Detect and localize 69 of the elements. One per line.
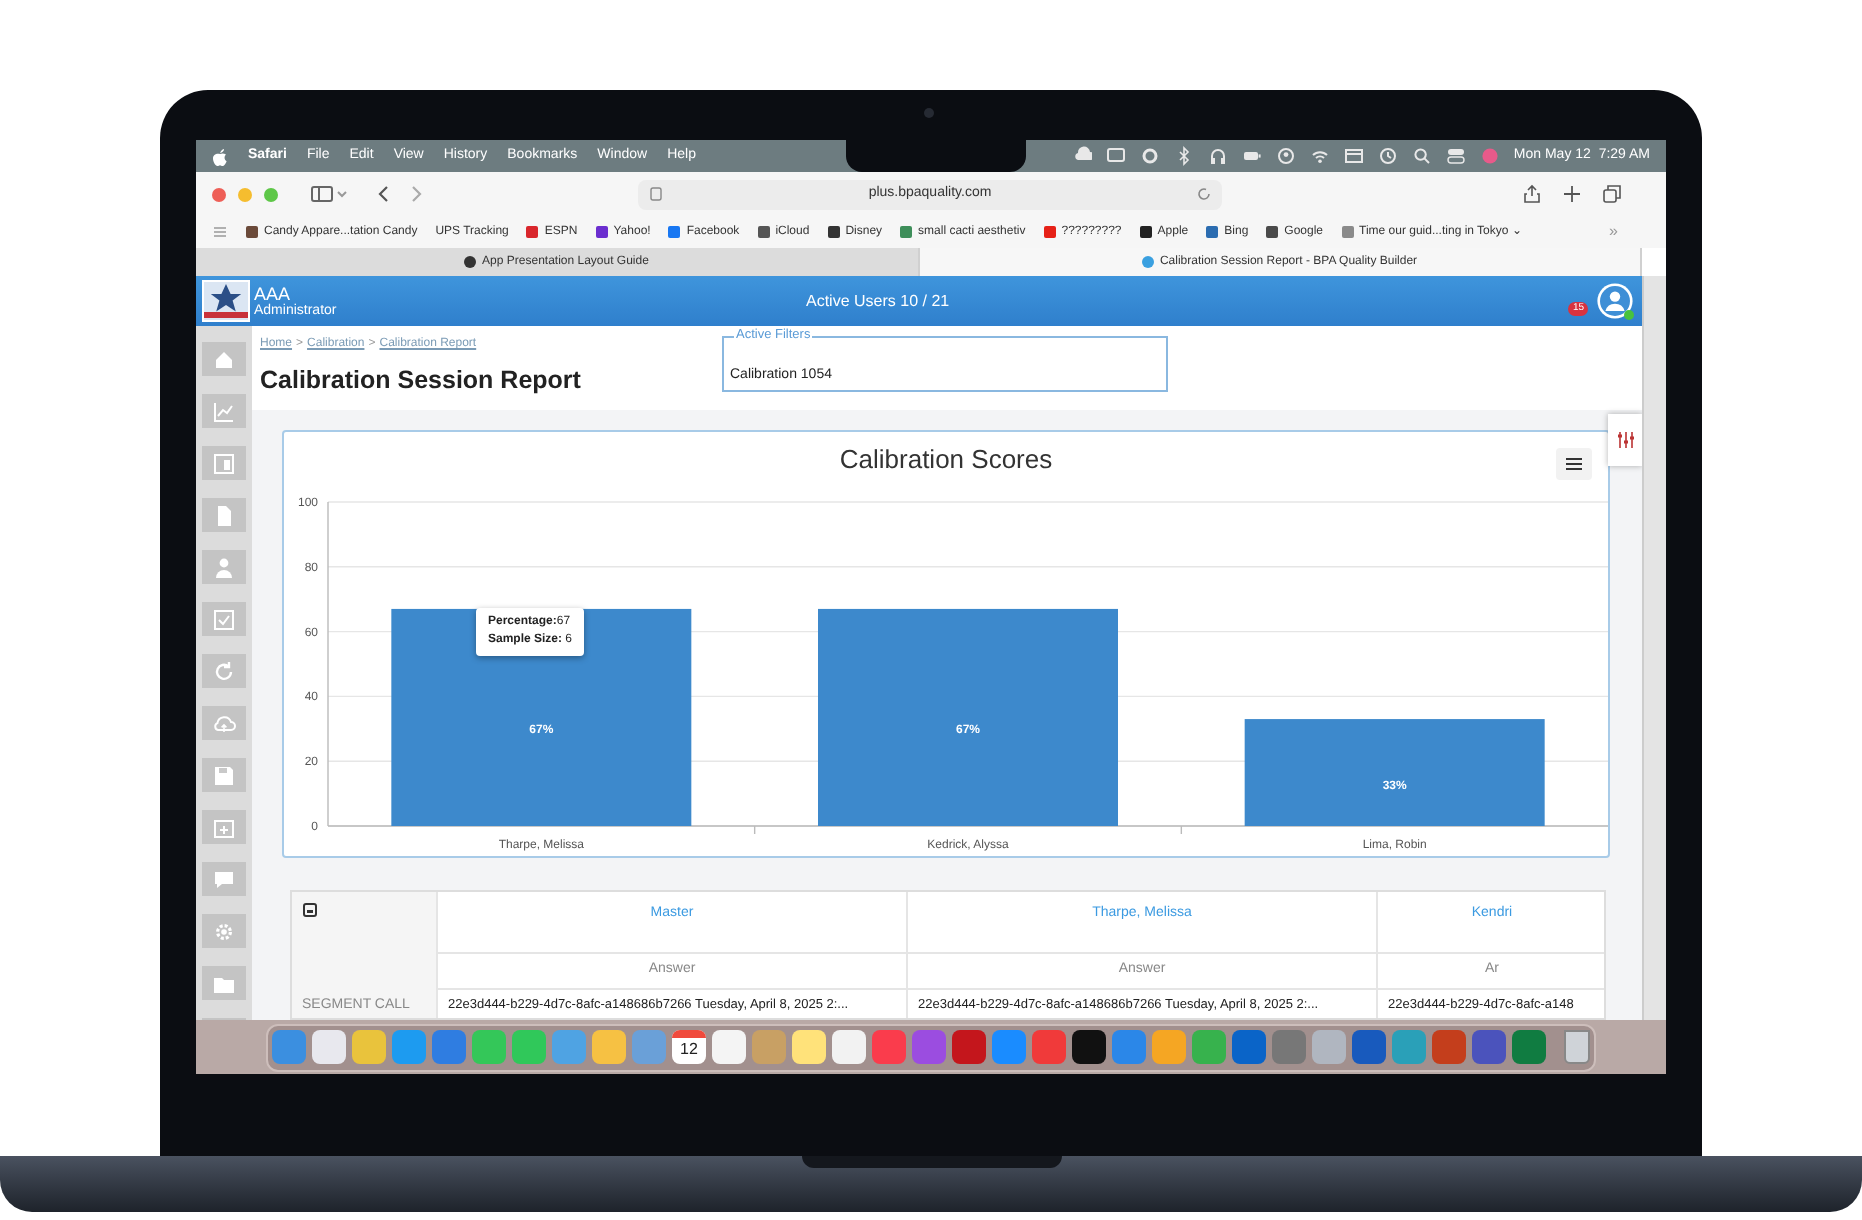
clock-icon[interactable]: [1377, 146, 1398, 166]
filter-settings-button[interactable]: [1608, 414, 1642, 466]
app-icon[interactable]: [832, 1030, 866, 1064]
grid-icon[interactable]: [212, 224, 228, 240]
tab-favicon-icon: [1141, 256, 1154, 268]
sidebar-menu-button[interactable]: [202, 654, 246, 688]
headphones-icon[interactable]: [1207, 146, 1228, 166]
line-chart-icon: [212, 399, 236, 423]
sidebar-menu-button[interactable]: [202, 394, 246, 428]
window-icon[interactable]: [1343, 146, 1364, 166]
sidebar-icon[interactable]: [310, 184, 350, 204]
sidebar-menu-button[interactable]: [202, 602, 246, 636]
new-tab-icon[interactable]: [1562, 184, 1582, 204]
organization-logo: [202, 280, 250, 322]
cloud-upload-icon: [212, 711, 236, 735]
bluetooth-icon[interactable]: [1173, 146, 1194, 166]
sidebar-menu-button[interactable]: [202, 342, 246, 376]
chart-title: Calibration Scores: [839, 442, 1053, 479]
layout-icon: [212, 451, 236, 475]
home-icon: [212, 347, 236, 371]
organization-name: AAA: [254, 285, 293, 303]
refresh-icon: [212, 659, 236, 683]
battery-icon[interactable]: [1241, 146, 1262, 166]
sidebar-menu-button[interactable]: [202, 758, 246, 792]
active-users-count: Active Users 10 / 21: [806, 289, 950, 313]
app-icon[interactable]: [1072, 1030, 1106, 1064]
calendar-date: 12: [680, 1038, 698, 1060]
chart-menu-button[interactable]: [1556, 448, 1592, 480]
cloud-icon[interactable]: [1071, 146, 1092, 166]
reload-icon[interactable]: [1196, 186, 1212, 202]
back-icon[interactable]: [374, 184, 394, 204]
wifi-icon[interactable]: [1309, 146, 1330, 166]
bar[interactable]: [391, 608, 692, 826]
camera-icon: [924, 108, 934, 118]
sidebar-menu-button[interactable]: [202, 914, 246, 948]
close-window-button[interactable]: [212, 187, 226, 201]
page-title: Calibration Session Report: [260, 364, 581, 398]
calendar-plus-icon: [212, 815, 236, 839]
user-avatar-icon[interactable]: [1596, 282, 1634, 320]
person-icon: [212, 555, 236, 579]
sidebar-menu-button[interactable]: [202, 498, 246, 532]
share-icon[interactable]: [1522, 184, 1542, 204]
sidebar-menu-button[interactable]: [202, 862, 246, 896]
sidebar-menu-button[interactable]: [202, 810, 246, 844]
search-icon[interactable]: [1411, 146, 1432, 166]
menu-icon: [1564, 456, 1584, 472]
trash-icon[interactable]: [1564, 1030, 1590, 1064]
toggle-icon[interactable]: [1445, 146, 1466, 166]
app-icon[interactable]: [712, 1030, 746, 1064]
display-icon[interactable]: [1105, 146, 1126, 166]
zoom-window-button[interactable]: [264, 187, 278, 201]
sliders-icon: [1615, 430, 1635, 450]
export-icon[interactable]: [302, 902, 318, 918]
sidebar-menu-button[interactable]: [202, 446, 246, 480]
calendar-app-icon[interactable]: 12: [672, 1030, 706, 1064]
forward-icon[interactable]: [406, 184, 426, 204]
sidebar-menu-button[interactable]: [202, 966, 246, 1000]
chat-icon: [212, 867, 236, 891]
tab-overview-icon[interactable]: [1602, 184, 1622, 204]
page-icon: [648, 186, 664, 202]
sidebar-menu-button[interactable]: [202, 706, 246, 740]
minimize-window-button[interactable]: [238, 187, 252, 201]
apple-logo-icon: [212, 147, 228, 165]
colorful-circle-icon[interactable]: [1479, 146, 1500, 166]
tab-favicon-icon: [464, 256, 477, 268]
document-icon: [212, 503, 236, 527]
sidebar-menu-button[interactable]: [202, 550, 246, 584]
checkbox-icon: [212, 607, 236, 631]
save-icon: [212, 763, 236, 787]
